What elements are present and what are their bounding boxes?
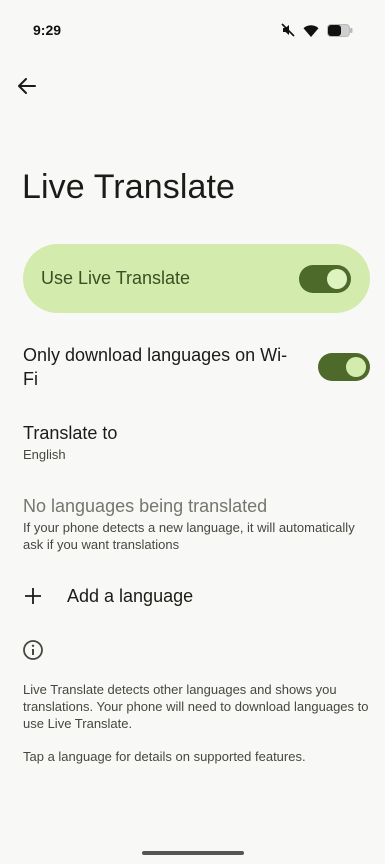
no-languages-title: No languages being translated (23, 496, 268, 516)
status-bar: 9:29 (0, 0, 385, 60)
plus-icon (23, 586, 43, 606)
footer-hint: Tap a language for details on supported … (23, 749, 306, 764)
wifi-icon (303, 24, 319, 42)
wifi-only-setting[interactable]: Only download languages on Wi-Fi (0, 340, 385, 396)
translate-to-setting[interactable]: Translate to English (0, 418, 385, 468)
arrow-back-icon (18, 77, 36, 99)
translate-to-value: English (23, 447, 66, 462)
toggle-thumb (346, 357, 366, 377)
add-language-label: Add a language (67, 586, 194, 606)
main-switch-label: Use Live Translate (41, 268, 191, 288)
back-button[interactable] (12, 73, 42, 103)
page-title: Live Translate (22, 168, 236, 206)
wifi-only-toggle[interactable] (318, 353, 370, 381)
gesture-nav-handle[interactable] (142, 851, 244, 855)
translate-to-label: Translate to (23, 423, 118, 443)
status-time: 9:29 (33, 22, 62, 38)
no-languages-description: If your phone detects a new language, it… (23, 520, 355, 552)
use-live-translate-switch[interactable]: Use Live Translate (23, 244, 370, 313)
screen: 9:29 Live Translate Use Live Translate O… (0, 0, 385, 864)
status-icons (281, 23, 353, 42)
mute-icon (281, 23, 295, 42)
toggle-thumb (327, 269, 347, 289)
footer-description: Live Translate detects other languages a… (23, 682, 369, 731)
wifi-only-label: Only download languages on Wi-Fi (23, 345, 288, 389)
info-icon (22, 639, 44, 661)
add-language-button[interactable]: Add a language (0, 576, 385, 616)
battery-icon (327, 23, 353, 42)
main-switch-toggle[interactable] (299, 265, 351, 293)
